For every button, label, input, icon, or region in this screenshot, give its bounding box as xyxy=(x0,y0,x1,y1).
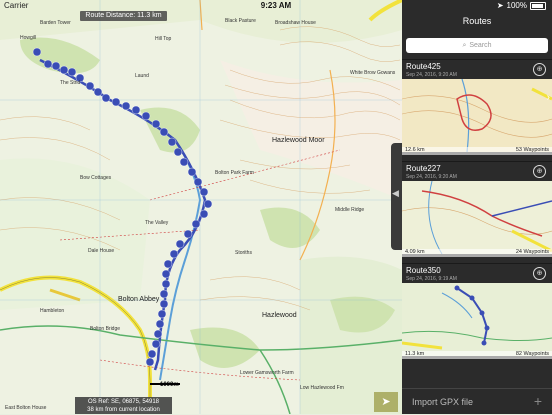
route-name: Route425 xyxy=(406,62,441,71)
route-footer: 11.3 km 82 Waypoints xyxy=(402,351,552,359)
route-thumbnail xyxy=(402,181,552,254)
distance-from-location: 38 km from current location xyxy=(87,407,160,413)
plus-icon: + xyxy=(533,393,542,409)
route-footer: 4.09 km 24 Waypoints xyxy=(402,249,552,257)
place-label: Lower Gamsworth Farm xyxy=(240,370,294,376)
import-gpx-button[interactable]: Import GPX file + xyxy=(402,388,552,415)
route-name: Route227 xyxy=(406,164,441,173)
route-item[interactable]: Route425 Sep 24, 2016, 9:20 AM ⊕ 12.6 km… xyxy=(402,59,552,162)
search-input[interactable]: ⌕ Search xyxy=(406,38,548,53)
route-date: Sep 24, 2016, 9:19 AM xyxy=(406,276,457,282)
panel-collapse-handle[interactable]: ◀ xyxy=(391,143,402,250)
os-reference-box: OS Ref: SE, 06875, 54918 38 km from curr… xyxy=(75,397,172,414)
location-arrow-icon: ➤ xyxy=(496,1,504,10)
route-date: Sep 24, 2016, 9:20 AM xyxy=(406,72,457,78)
place-label: Dale House xyxy=(88,248,115,254)
battery-percent: 100% xyxy=(506,1,527,10)
place-label: Black Pasture xyxy=(225,18,256,24)
place-label: East Bolton House xyxy=(5,405,47,411)
chevron-right-icon: › xyxy=(546,92,550,103)
chevron-left-icon: ◀ xyxy=(392,188,399,198)
place-hazlewood-moor: Hazlewood Moor xyxy=(272,137,325,144)
status-bar: Carrier 9:23 AM ➤ 100% xyxy=(0,0,552,12)
route-waypoints: 82 Waypoints xyxy=(515,351,549,357)
route-thumbnail-map xyxy=(402,283,552,356)
routes-panel: Routes ⌕ Search Route425 Sep 24, 2016, 9:… xyxy=(402,0,552,414)
route-thumbnail-map xyxy=(402,79,552,152)
place-label: Bolton Bridge xyxy=(90,326,121,332)
place-label: Laund xyxy=(135,73,149,79)
route-distance-banner: Route Distance: 11.3 km xyxy=(80,11,167,21)
route-footer: 12.6 km 53 Waypoints xyxy=(402,147,552,155)
search-icon: ⌕ xyxy=(462,42,467,49)
place-bolton-abbey: Bolton Abbey xyxy=(118,296,160,303)
crosshair-icon[interactable]: ⊕ xyxy=(533,63,546,76)
place-label: White Brow Gowans xyxy=(350,70,396,76)
route-name: Route350 xyxy=(406,266,441,275)
search-placeholder: Search xyxy=(469,42,492,49)
status-time: 9:23 AM xyxy=(260,1,292,10)
route-waypoints: 24 Waypoints xyxy=(515,249,549,255)
map-view[interactable]: Route Distance: 11.3 km Hill Top Black P… xyxy=(0,0,402,414)
place-label: Low Hazlewood Fm xyxy=(300,385,344,391)
place-label: Broadshaw House xyxy=(275,20,316,26)
place-label: Barden Tower xyxy=(40,20,71,26)
place-label: Storiths xyxy=(235,250,252,256)
route-distance: 12.6 km xyxy=(405,147,425,153)
place-hazlewood: Hazlewood xyxy=(262,312,297,319)
crosshair-icon[interactable]: ⊕ xyxy=(533,267,546,280)
route-thumbnail xyxy=(402,79,552,152)
place-label: Bow Cottages xyxy=(80,175,112,181)
status-right: ➤ 100% xyxy=(497,1,546,10)
route-thumbnail-map xyxy=(402,181,552,254)
place-label: Bolton Park Farm xyxy=(215,170,254,176)
crosshair-icon[interactable]: ⊕ xyxy=(533,165,546,178)
os-ref-text: OS Ref: SE, 06875, 54918 xyxy=(87,399,160,405)
scale-label: 1000m xyxy=(160,382,179,388)
panel-title: Routes xyxy=(462,16,492,26)
scale-bar: 1000m xyxy=(150,382,180,388)
place-label: The Valley xyxy=(145,220,169,226)
place-label: The Strid xyxy=(60,80,81,86)
route-waypoints: 53 Waypoints xyxy=(515,147,549,153)
route-item[interactable]: Route227 Sep 24, 2016, 9:20 AM ⊕ 4.09 km… xyxy=(402,161,552,264)
route-distance: 11.3 km xyxy=(405,351,425,357)
place-label: Howgill xyxy=(20,35,37,41)
route-thumbnail xyxy=(402,283,552,356)
route-distance: 4.09 km xyxy=(405,249,425,255)
locate-me-button[interactable]: ➤ xyxy=(374,392,398,412)
battery-icon xyxy=(530,1,546,10)
place-label: Middle Ridge xyxy=(335,207,365,213)
import-gpx-label: Import GPX file xyxy=(412,397,474,407)
route-date: Sep 24, 2016, 9:20 AM xyxy=(406,174,457,180)
navigation-arrow-icon: ➤ xyxy=(381,396,391,408)
route-item[interactable]: Route350 Sep 24, 2016, 9:19 AM ⊕ 11.3 km… xyxy=(402,263,552,366)
place-label: Hambleton xyxy=(40,308,65,314)
place-label: Hill Top xyxy=(155,36,172,42)
